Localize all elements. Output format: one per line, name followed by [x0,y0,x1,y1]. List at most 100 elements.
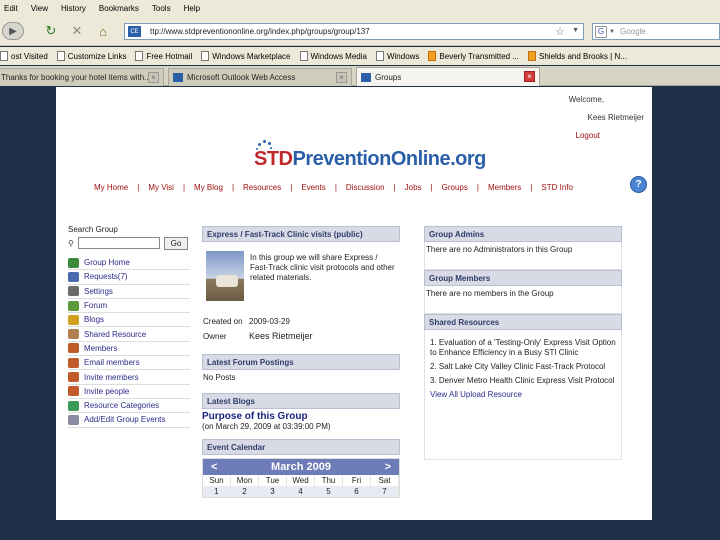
nav-my-visi[interactable]: My Visi [148,183,174,192]
group-sidebar: Search Group ⚲ Go Group Home Requests(7)… [68,225,190,428]
resource-item[interactable]: 2. Salt Lake City Valley Clinic Fast-Tra… [430,362,618,372]
sidebar-item-label[interactable]: Invite people [84,387,129,396]
blog-post-title[interactable]: Purpose of this Group [202,411,400,422]
sidebar-item-resource-categories[interactable]: Resource Categories [68,399,190,414]
bookmark-feed-2[interactable]: Shields and Brooks | N... [528,51,627,61]
sidebar-item-label[interactable]: Group Home [84,258,130,267]
tab-groups[interactable]: Groups × [356,67,540,86]
nav-members[interactable]: Members [488,183,521,192]
sidebar-item-label[interactable]: Forum [84,301,107,310]
nav-jobs[interactable]: Jobs [405,183,422,192]
sidebar-item-requests[interactable]: Requests(7) [68,270,190,285]
view-all-resources-link[interactable]: View All Upload Resource [430,390,620,399]
sidebar-item-label[interactable]: Settings [84,287,113,296]
back-forward-button[interactable]: ▶ [2,22,24,40]
nav-my-home[interactable]: My Home [94,183,128,192]
sidebar-item-members[interactable]: Members [68,342,190,357]
menu-history[interactable]: History [61,4,86,13]
sidebar-item-label[interactable]: Add/Edit Group Events [84,415,165,424]
help-icon[interactable]: ? [630,176,647,193]
bookmarks-toolbar: ost Visited Customize Links Free Hotmail… [0,47,720,65]
sidebar-item-shared-resource[interactable]: Shared Resource [68,327,190,342]
nav-discussion[interactable]: Discussion [346,183,385,192]
close-tab-icon[interactable]: × [148,72,159,83]
bookmark-star-icon[interactable]: ☆ [555,25,565,38]
search-group-form: ⚲ Go [68,236,190,250]
group-right-column: Group Admins There are no Administrators… [424,226,622,460]
sidebar-item-label[interactable]: Resource Categories [84,401,159,410]
sidebar-item-label[interactable]: Requests(7) [84,272,128,281]
calendar-day[interactable]: 6 [343,486,371,497]
requests-icon [68,271,79,282]
calendar-day[interactable]: 7 [371,486,399,497]
close-tab-icon[interactable]: × [524,71,535,82]
email-members-icon [68,357,79,368]
owner-value[interactable]: Kees Rietmeijer [249,332,313,341]
web-search-box[interactable]: G ▼ Google [592,23,720,40]
bookmark-windows[interactable]: Windows [375,51,419,61]
resource-item[interactable]: 1. Evaluation of a 'Testing-Only' Expres… [430,338,618,358]
calendar-day[interactable]: 2 [231,486,259,497]
sidebar-item-group-home[interactable]: Group Home [68,256,190,271]
sidebar-item-invite-people[interactable]: Invite people [68,385,190,399]
page-icon [201,51,210,61]
nav-my-blog[interactable]: My Blog [194,183,223,192]
search-engine-dropdown-icon[interactable]: ▼ [609,29,615,35]
prev-month-button[interactable]: < [211,461,217,473]
sidebar-item-label[interactable]: Shared Resource [84,330,146,339]
stop-button[interactable]: ✕ [68,22,86,40]
calendar-day[interactable]: 1 [203,486,231,497]
tab-outlook[interactable]: Microsoft Outlook Web Access × [168,68,352,86]
sidebar-item-email-members[interactable]: Email members [68,356,190,371]
next-month-button[interactable]: > [385,461,391,473]
search-placeholder[interactable]: Google [620,27,646,36]
nav-groups[interactable]: Groups [442,183,468,192]
menu-tools[interactable]: Tools [152,4,171,13]
created-row: Created on 2009-03-29 [203,317,399,326]
bookmark-free-hotmail[interactable]: Free Hotmail [135,51,192,61]
sidebar-item-label[interactable]: Members [84,344,117,353]
sidebar-item-settings[interactable]: Settings [68,285,190,299]
close-tab-icon[interactable]: × [336,72,347,83]
url-dropdown-icon[interactable]: ▼ [572,27,579,34]
sidebar-item-invite-members[interactable]: Invite members [68,370,190,385]
weekday: Wed [287,475,315,486]
sidebar-item-label[interactable]: Blogs [84,315,104,324]
menu-bookmarks[interactable]: Bookmarks [99,4,139,13]
nav-std-info[interactable]: STD Info [541,183,573,192]
bookmark-most-visited[interactable]: ost Visited [0,51,48,61]
bookmark-windows-media[interactable]: Windows Media [299,51,367,61]
bookmark-customize-links[interactable]: Customize Links [56,51,126,61]
menu-edit[interactable]: Edit [4,4,18,13]
google-icon[interactable]: G [595,25,607,38]
tab-hotel[interactable]: Thanks for booking your hotel items with… [0,68,164,86]
group-intro: In this group we will share Express / Fa… [203,245,399,315]
bookmark-feed-1[interactable]: Beverly Transmitted ... [428,51,519,61]
sidebar-item-label[interactable]: Email members [84,358,140,367]
search-group-input[interactable] [78,237,160,249]
url-text[interactable]: ttp://www.stdpreventiononline.org/index.… [150,27,370,36]
bookmark-windows-marketplace[interactable]: Windows Marketplace [201,51,291,61]
reload-button[interactable]: ↻ [42,22,60,40]
calendar-day[interactable]: 4 [287,486,315,497]
nav-resources[interactable]: Resources [243,183,281,192]
bookmark-label: Shields and Brooks | N... [539,51,627,61]
menu-help[interactable]: Help [184,4,200,13]
tab-label: Groups [375,72,402,82]
sidebar-item-label[interactable]: Invite members [84,373,139,382]
site-logo[interactable]: STDPreventionOnline.org [254,139,486,179]
calendar-day[interactable]: 3 [259,486,287,497]
sidebar-item-blogs[interactable]: Blogs [68,313,190,328]
logout-link[interactable]: Logout [576,131,600,140]
members-icon [68,343,79,354]
sidebar-item-group-events[interactable]: Add/Edit Group Events [68,413,190,428]
tab-label: Thanks for booking your hotel items with… [1,73,151,82]
home-button[interactable]: ⌂ [94,22,112,40]
go-button[interactable]: Go [164,236,188,250]
calendar-day[interactable]: 5 [315,486,343,497]
sidebar-item-forum[interactable]: Forum [68,299,190,314]
resource-item[interactable]: 3. Denver Metro Health Clinic Express Vi… [430,376,618,386]
address-bar[interactable]: CE ttp://www.stdpreventiononline.org/ind… [124,23,584,40]
nav-events[interactable]: Events [301,183,325,192]
menu-view[interactable]: View [31,4,48,13]
